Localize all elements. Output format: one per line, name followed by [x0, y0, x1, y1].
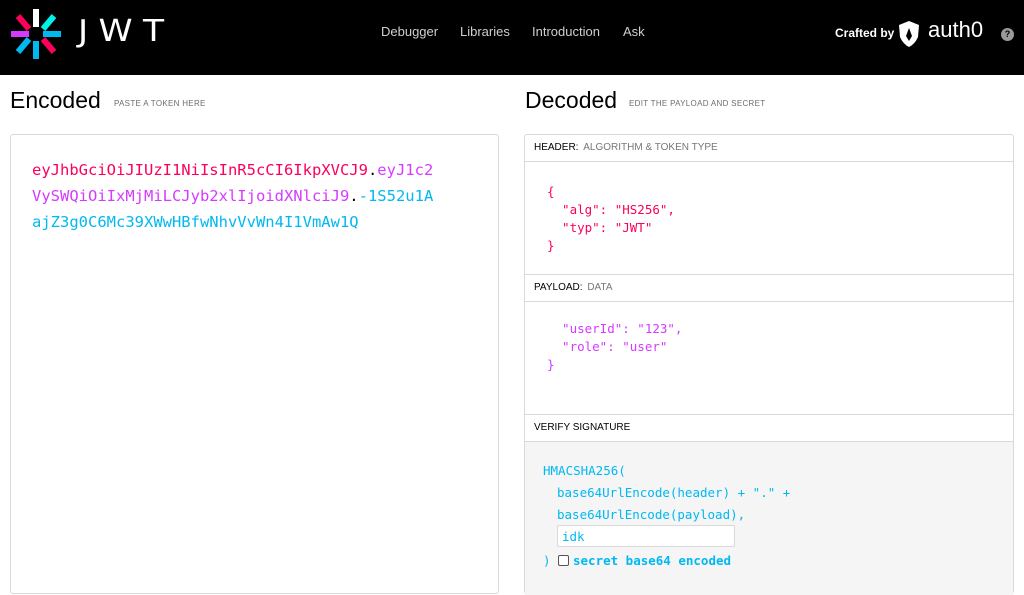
header-sublabel: ALGORITHM & TOKEN TYPE	[583, 142, 718, 153]
secret-base64-checkbox[interactable]	[558, 555, 569, 566]
token-dot: .	[367, 161, 378, 179]
encoded-subtitle: PASTE A TOKEN HERE	[114, 99, 206, 108]
secret-base64-label[interactable]: secret base64 encoded	[573, 551, 731, 570]
encoded-title: Encoded	[10, 87, 101, 113]
token-header-part: eyJhbGciOiJIUzI1NiIsInR5cCI6IkpXVCJ9	[32, 161, 368, 179]
decoded-panel: HEADER: ALGORITHM & TOKEN TYPE { "alg": …	[524, 134, 1014, 595]
auth0-shield-icon[interactable]	[897, 20, 921, 48]
json-line: "role": "user"	[547, 339, 668, 354]
jwt-logo-text[interactable]: JWT	[78, 14, 174, 49]
header-json-editor[interactable]: { "alg": "HS256", "typ": "JWT" }	[525, 162, 1013, 275]
payload-json-editor[interactable]: "userId": "123", "role": "user" }	[525, 302, 1013, 415]
top-navigation-bar: JWT Debugger Libraries Introduction Ask …	[0, 0, 1024, 75]
json-line: }	[547, 238, 555, 253]
hmac-arg-payload: base64UrlEncode(payload),	[557, 507, 746, 522]
help-icon[interactable]: ?	[1001, 28, 1014, 41]
hmac-close-paren: )	[543, 553, 551, 568]
verify-signature-body: HMACSHA256( base64UrlEncode(header) + ".…	[525, 442, 1013, 595]
secret-input[interactable]	[557, 525, 735, 547]
decoded-title: Decoded	[525, 87, 618, 113]
crafted-by-label: Crafted by	[835, 26, 895, 40]
jwt-logo-icon[interactable]	[9, 7, 63, 61]
hmac-function-name: HMACSHA256(	[543, 463, 626, 478]
header-label: HEADER:	[534, 142, 579, 153]
encoded-token[interactable]: eyJhbGciOiJIUzI1NiIsInR5cCI6IkpXVCJ9.eyJ…	[32, 157, 442, 235]
payload-sublabel: DATA	[587, 282, 613, 293]
json-line: "userId": "123",	[547, 321, 683, 336]
decoded-subtitle: EDIT THE PAYLOAD AND SECRET	[629, 99, 766, 108]
nav-ask[interactable]: Ask	[623, 24, 645, 39]
nav-libraries[interactable]: Libraries	[460, 24, 510, 39]
verify-signature-label: VERIFY SIGNATURE	[534, 422, 631, 433]
hmac-arg-header: base64UrlEncode(header) + "." +	[557, 485, 791, 500]
json-line: "alg": "HS256",	[547, 202, 675, 217]
payload-label: PAYLOAD:	[534, 282, 583, 293]
json-line: {	[547, 184, 555, 199]
json-line: "typ": "JWT"	[547, 220, 653, 235]
header-section-title: HEADER: ALGORITHM & TOKEN TYPE	[525, 135, 1013, 162]
nav-introduction[interactable]: Introduction	[532, 24, 600, 39]
token-dot: .	[349, 187, 359, 205]
auth0-brand-text[interactable]: auth0	[928, 17, 983, 43]
nav-debugger[interactable]: Debugger	[381, 24, 438, 39]
json-line: }	[547, 357, 555, 372]
payload-section-title: PAYLOAD: DATA	[525, 275, 1013, 302]
verify-signature-section-title: VERIFY SIGNATURE	[525, 415, 1013, 442]
encoded-token-textarea[interactable]: eyJhbGciOiJIUzI1NiIsInR5cCI6IkpXVCJ9.eyJ…	[10, 134, 499, 594]
